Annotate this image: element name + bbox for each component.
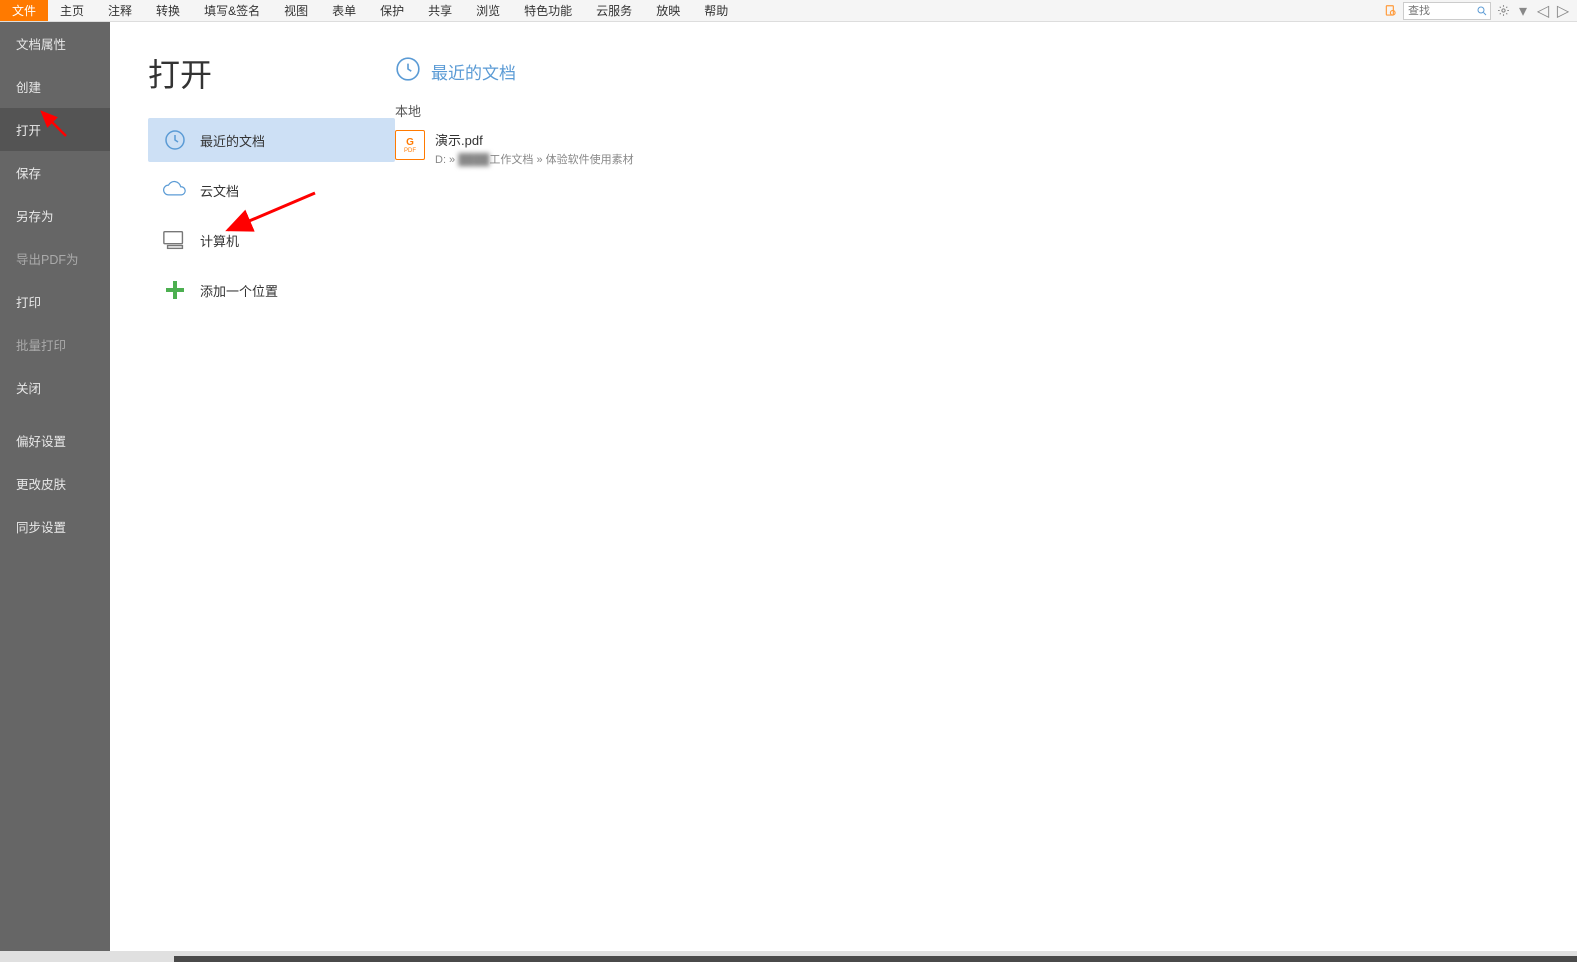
file-info: 演示.pdf D: » ████工作文档 » 体验软件使用素材 [435,130,634,167]
main-panel: 打开 最近的文档云文档计算机添加一个位置 最近的文档 本地 GPDF 演示.pdf… [110,22,1577,951]
location-computer[interactable]: 计算机 [148,218,395,262]
sidebar-preferences[interactable]: 偏好设置 [0,419,110,462]
menu-1[interactable]: 主页 [48,0,96,21]
sidebar-batch-print[interactable]: 批量打印 [0,323,110,366]
computer-icon [162,227,188,253]
recent-docs-header: 最近的文档 [395,56,1577,87]
menu-4[interactable]: 填写&签名 [192,0,272,21]
search-box[interactable] [1403,2,1491,20]
sidebar-print[interactable]: 打印 [0,280,110,323]
sidebar-export-pdf[interactable]: 导出PDF为 [0,237,110,280]
menubar: 文件主页注释转换填写&签名视图表单保护共享浏览特色功能云服务放映帮助 ▾ ◁ ▷ [0,0,1577,22]
search-icon[interactable] [1474,3,1490,19]
location-label: 计算机 [200,231,239,250]
sidebar-close[interactable]: 关闭 [0,366,110,409]
clock-icon [162,127,188,153]
plus-icon [162,277,188,303]
menu-2[interactable]: 注释 [96,0,144,21]
menu-11[interactable]: 云服务 [584,0,644,21]
sidebar-save[interactable]: 保存 [0,151,110,194]
open-locations-panel: 打开 最近的文档云文档计算机添加一个位置 [110,22,395,951]
local-label: 本地 [395,101,1577,120]
location-cloud[interactable]: 云文档 [148,168,395,212]
location-plus[interactable]: 添加一个位置 [148,268,395,312]
open-title: 打开 [148,50,395,96]
menu-5[interactable]: 视图 [272,0,320,21]
recent-docs-panel: 最近的文档 本地 GPDF 演示.pdf D: » ████工作文档 » 体验软件使… [395,22,1577,951]
file-path: D: » ████工作文档 » 体验软件使用素材 [435,151,634,167]
clock-icon [395,56,421,87]
gear-icon[interactable] [1495,3,1511,19]
sidebar-save-as[interactable]: 另存为 [0,194,110,237]
menu-7[interactable]: 保护 [368,0,416,21]
recent-docs-title: 最近的文档 [431,59,516,84]
file-name: 演示.pdf [435,130,634,149]
bottom-bar-dark [174,956,1577,962]
location-clock[interactable]: 最近的文档 [148,118,395,162]
menu-9[interactable]: 浏览 [464,0,512,21]
sidebar-doc-properties[interactable]: 文档属性 [0,22,110,65]
menu-6[interactable]: 表单 [320,0,368,21]
sidebar-create[interactable]: 创建 [0,65,110,108]
menu-8[interactable]: 共享 [416,0,464,21]
sidebar-sync-settings[interactable]: 同步设置 [0,505,110,548]
location-label: 云文档 [200,181,239,200]
menu-10[interactable]: 特色功能 [512,0,584,21]
menu-13[interactable]: 帮助 [692,0,740,21]
recent-file-row[interactable]: GPDF 演示.pdf D: » ████工作文档 » 体验软件使用素材 [395,126,1577,171]
menubar-right: ▾ ◁ ▷ [1383,0,1577,21]
menu-0[interactable]: 文件 [0,0,48,21]
file-sidebar: 文档属性创建打开保存另存为导出PDF为打印批量打印关闭偏好设置更改皮肤同步设置 [0,22,110,951]
search-page-icon[interactable] [1383,3,1399,19]
menu-3[interactable]: 转换 [144,0,192,21]
location-label: 添加一个位置 [200,281,278,300]
sidebar-skin[interactable]: 更改皮肤 [0,462,110,505]
location-label: 最近的文档 [200,131,265,150]
chevron-down-small-icon[interactable]: ▾ [1515,3,1531,19]
sidebar-open[interactable]: 打开 [0,108,110,151]
pdf-file-icon: GPDF [395,130,425,160]
menu-12[interactable]: 放映 [644,0,692,21]
nav-forward-icon[interactable]: ▷ [1555,3,1571,19]
cloud-icon [162,177,188,203]
search-input[interactable] [1404,5,1474,17]
nav-back-icon[interactable]: ◁ [1535,3,1551,19]
